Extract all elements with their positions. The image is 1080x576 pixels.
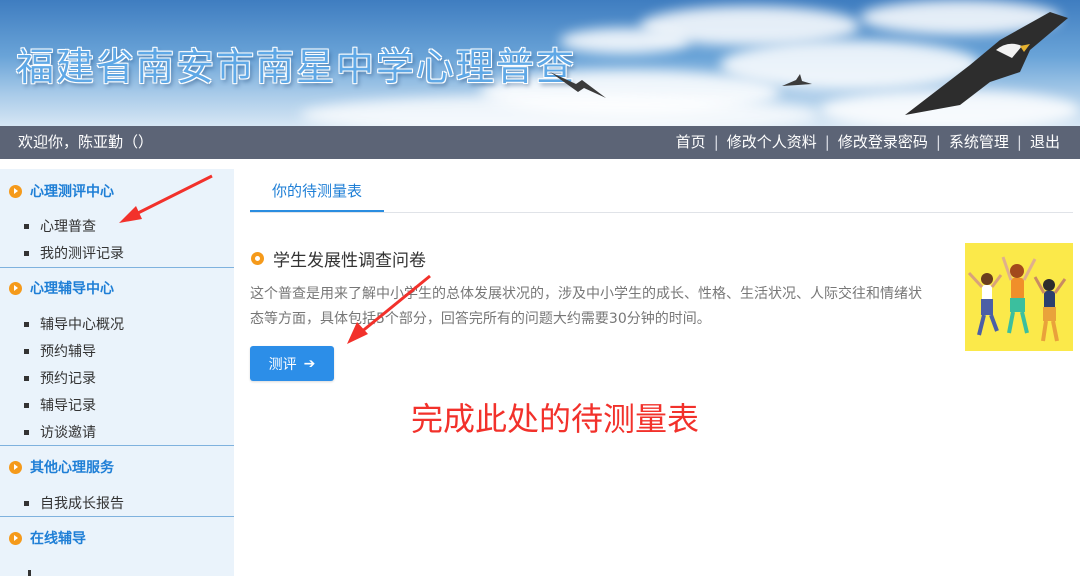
start-test-button[interactable]: 测评 ➔ — [250, 346, 334, 381]
section-title: 心理测评中心 — [30, 184, 114, 200]
section-header: 在线辅导 — [0, 528, 86, 548]
sidebar-item-label: 预约辅导 — [40, 344, 96, 360]
nav-separator: | — [713, 133, 719, 151]
sidebar-item-my-records[interactable]: 我的测评记录 — [24, 243, 124, 263]
eagle-icon — [782, 74, 812, 86]
survey-description: 这个普查是用来了解中小学生的总体发展状况的，涉及中小学生的成长、性格、生活状况、… — [250, 286, 922, 327]
sidebar-section-assessment[interactable]: 心理测评中心 — [0, 181, 114, 201]
top-nav: 首页 | 修改个人资料 | 修改登录密码 | 系统管理 | 退出 — [676, 126, 1060, 159]
sidebar-section-other-services[interactable]: 其他心理服务 — [0, 457, 114, 477]
annotation-text: 完成此处的待测量表 — [411, 400, 700, 438]
play-bullet-icon — [9, 184, 22, 198]
tab-bar: 你的待测量表 — [250, 169, 1073, 213]
sidebar-item-label: 访谈邀请 — [40, 425, 96, 441]
sidebar-item-interview-invites[interactable]: 访谈邀请 — [24, 422, 96, 442]
button-label: 测评 — [268, 356, 297, 373]
section-title: 心理辅导中心 — [30, 281, 114, 297]
circle-bullet-icon — [251, 252, 264, 265]
eagle-icon — [550, 72, 606, 98]
sidebar-item-label: 辅导记录 — [40, 398, 96, 414]
cloud — [560, 28, 690, 54]
divider — [0, 445, 234, 446]
section-header: 其他心理服务 — [0, 457, 114, 477]
section-header: 心理测评中心 — [0, 181, 114, 201]
sidebar-item-counseling-records[interactable]: 辅导记录 — [24, 395, 96, 415]
section-title: 其他心理服务 — [30, 460, 114, 476]
section-title: 在线辅导 — [30, 531, 86, 547]
nav-separator: | — [824, 133, 830, 151]
survey-title: 学生发展性调查问卷 — [251, 246, 426, 271]
sidebar-section-counseling[interactable]: 心理辅导中心 — [0, 278, 114, 298]
nav-home[interactable]: 首页 — [676, 126, 706, 159]
sidebar-item-label: 辅导中心概况 — [40, 317, 124, 333]
sidebar-item-psych-survey[interactable]: 心理普查 — [24, 216, 96, 236]
sidebar-item-growth-report[interactable]: 自我成长报告 — [24, 493, 124, 513]
sidebar-section-online-counseling[interactable]: 在线辅导 — [0, 528, 86, 548]
divider — [0, 516, 234, 517]
jumping-students-icon — [967, 256, 1067, 342]
play-bullet-icon — [9, 531, 22, 545]
partial-bullet — [28, 570, 31, 576]
nav-change-password[interactable]: 修改登录密码 — [838, 126, 928, 159]
top-bar: 欢迎你，陈亚勤（） 首页 | 修改个人资料 | 修改登录密码 | 系统管理 | … — [0, 126, 1080, 159]
sidebar-item-book-counseling[interactable]: 预约辅导 — [24, 341, 96, 361]
section-header: 心理辅导中心 — [0, 278, 114, 298]
tab-pending-scales[interactable]: 你的待测量表 — [250, 169, 384, 212]
welcome-text: 欢迎你，陈亚勤（） — [18, 133, 154, 151]
nav-system-admin[interactable]: 系统管理 — [949, 126, 1009, 159]
sidebar-item-booking-records[interactable]: 预约记录 — [24, 368, 96, 388]
sidebar-item-counseling-overview[interactable]: 辅导中心概况 — [24, 314, 124, 334]
nav-edit-profile[interactable]: 修改个人资料 — [727, 126, 817, 159]
sidebar-item-label: 自我成长报告 — [40, 496, 124, 512]
site-title: 福建省南安市南星中学心理普查 — [16, 45, 577, 89]
survey-title-text: 学生发展性调查问卷 — [273, 251, 426, 271]
nav-separator: | — [935, 133, 941, 151]
students-illustration — [965, 243, 1073, 351]
sidebar-item-label: 我的测评记录 — [40, 246, 124, 262]
divider — [0, 267, 234, 268]
header-banner: 福建省南安市南星中学心理普查 — [0, 0, 1080, 126]
play-bullet-icon — [9, 281, 22, 295]
nav-separator: | — [1016, 133, 1022, 151]
sidebar-item-label: 预约记录 — [40, 371, 96, 387]
eagle-icon — [905, 12, 1068, 115]
nav-logout[interactable]: 退出 — [1030, 126, 1060, 159]
sidebar-item-label: 心理普查 — [40, 219, 96, 235]
sidebar: 心理测评中心 心理普查 我的测评记录 心理辅导中心 辅导中心概况 预约辅导 预约… — [0, 169, 234, 576]
play-bullet-icon — [9, 460, 22, 474]
arrow-right-icon: ➔ — [303, 355, 316, 372]
